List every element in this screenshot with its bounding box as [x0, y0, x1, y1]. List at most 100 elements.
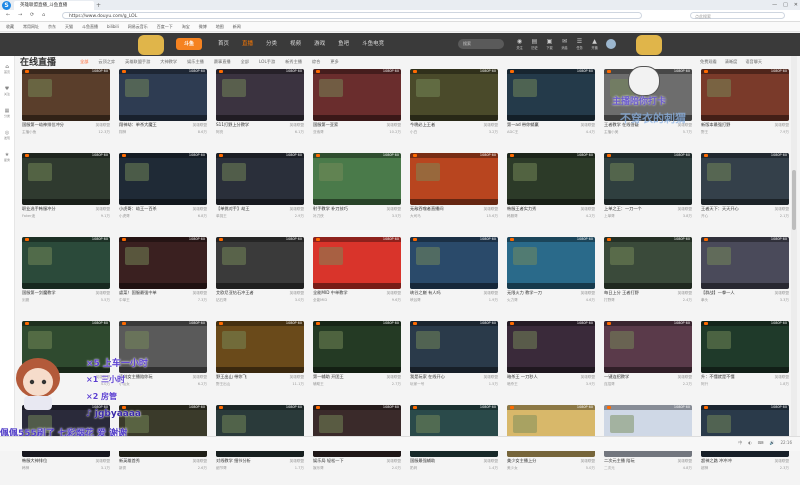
- stream-thumbnail[interactable]: 1080P 60: [119, 153, 207, 205]
- streamer-name[interactable]: 连招哥: [604, 381, 615, 387]
- stream-thumbnail[interactable]: 1080P 60: [701, 69, 789, 121]
- filter-tab[interactable]: 大神教学: [160, 57, 177, 67]
- stream-card[interactable]: 1080P 60 无限火力 教学一刀 英雄联盟 火力哥 4.6万: [507, 237, 595, 317]
- header-icon-button[interactable]: ▲ 开播: [590, 38, 599, 52]
- tray-item[interactable]: 🔊: [769, 438, 774, 448]
- stream-thumbnail[interactable]: 1080P 60: [701, 237, 789, 289]
- stream-title[interactable]: 一键连招教学: [604, 374, 672, 380]
- bookmark-item[interactable]: 常用网址: [23, 22, 39, 31]
- reload-button[interactable]: ⟳: [30, 11, 34, 20]
- stream-title[interactable]: 无敌吞噬者直播间: [410, 206, 478, 212]
- stream-card[interactable]: 1080P 60 第一ad 带你躺赢 英雄联盟 ADC王 4.4万: [507, 69, 595, 149]
- streamer-name[interactable]: 小虎哥: [119, 213, 130, 219]
- filter-tab[interactable]: 娱乐主播: [187, 57, 204, 67]
- stream-thumbnail[interactable]: 1080P 60: [22, 153, 110, 205]
- streamer-name[interactable]: 暗杀王: [507, 381, 518, 387]
- stream-title[interactable]: 第一辅助 开团王: [313, 374, 381, 380]
- stream-card[interactable]: 1080P 60 虐菜！国服最强中单 英雄联盟 中单王 7.3万: [119, 237, 207, 317]
- bookmark-item[interactable]: 新闻: [233, 22, 241, 31]
- home-button[interactable]: ⌂: [42, 11, 45, 20]
- rail-item[interactable]: ★ 星秀: [0, 152, 14, 162]
- streamer-name[interactable]: 奶妈: [410, 465, 417, 471]
- stream-card[interactable]: 1080P 60 王者天下：天天开心 英雄联盟 开心 2.1万: [701, 153, 789, 233]
- browser-search-input[interactable]: 点此搜索: [690, 12, 785, 19]
- stream-title[interactable]: 暗杀王 一刀秒人: [507, 374, 575, 380]
- header-nav-item[interactable]: 视频: [290, 33, 301, 56]
- rail-item[interactable]: ⌂ 首页: [0, 64, 14, 74]
- bookmark-item[interactable]: 收藏: [6, 22, 14, 31]
- stream-thumbnail[interactable]: 1080P 60: [216, 237, 304, 289]
- browser-logo-icon[interactable]: S: [2, 1, 11, 10]
- tray-item[interactable]: 22:16: [780, 438, 792, 448]
- bookmark-item[interactable]: 网易云音乐: [128, 22, 148, 31]
- stream-title[interactable]: 【群战】一拳一人: [701, 290, 769, 296]
- back-button[interactable]: ←: [6, 11, 10, 20]
- stream-title[interactable]: 国服最强辅助: [410, 458, 478, 464]
- stream-title[interactable]: 超神之路 冲冲冲: [701, 458, 769, 464]
- filter-tab[interactable]: 综合: [312, 57, 320, 67]
- filter-tab[interactable]: 全部: [80, 57, 88, 67]
- stream-thumbnail[interactable]: 1080P 60: [119, 237, 207, 289]
- filter-tab[interactable]: 云顶之弈: [98, 57, 115, 67]
- stream-title[interactable]: 野王出山 带你飞: [216, 374, 284, 380]
- minimize-button[interactable]: —: [772, 0, 777, 10]
- streamer-name[interactable]: 主播小鱼: [22, 129, 36, 135]
- url-input[interactable]: https://www.douyu.com/g_LOL: [62, 12, 642, 19]
- stream-card[interactable]: 1080P 60 韩服王者实力秀 英雄联盟 韩服哥 4.2万: [507, 153, 595, 233]
- stream-title[interactable]: 国服第一剑魔教学: [22, 290, 90, 296]
- streamer-name[interactable]: 玩家一号: [410, 381, 424, 387]
- bookmark-item[interactable]: 京东: [48, 22, 56, 31]
- stream-title[interactable]: 第一ad 带你躺赢: [507, 122, 575, 128]
- new-tab-button[interactable]: +: [96, 1, 104, 10]
- stream-title[interactable]: 韩服大神排位: [22, 458, 90, 464]
- stream-thumbnail[interactable]: 1080P 60: [216, 153, 304, 205]
- bookmark-item[interactable]: 斗鱼直播: [82, 22, 98, 31]
- stream-card[interactable]: 1080P 60 全能MID 中单教学 英雄联盟 全能MID 9.6万: [313, 237, 401, 317]
- stream-title[interactable]: 上单之王：一刀一个: [604, 206, 672, 212]
- streamer-name[interactable]: ADC王: [507, 129, 518, 135]
- streamer-name[interactable]: 野王出山: [216, 381, 230, 387]
- stream-title[interactable]: 全能MID 中单教学: [313, 290, 381, 296]
- stream-thumbnail[interactable]: 1080P 60: [410, 321, 498, 373]
- maximize-button[interactable]: □: [783, 0, 788, 10]
- right-tool-button[interactable]: 语音聊天: [745, 57, 762, 67]
- stream-thumbnail[interactable]: 1080P 60: [313, 69, 401, 121]
- stream-title[interactable]: 国服第一亚索: [313, 122, 381, 128]
- stream-thumbnail[interactable]: 1080P 60: [507, 237, 595, 289]
- filter-tab[interactable]: 赛事直播: [214, 57, 231, 67]
- site-search-input[interactable]: 搜索: [458, 39, 504, 49]
- filter-tab[interactable]: 更多: [330, 57, 338, 67]
- stream-title[interactable]: 翔神劫：单杀大魔王: [119, 122, 187, 128]
- stream-title[interactable]: 今晚必上王者: [410, 122, 478, 128]
- stream-thumbnail[interactable]: 1080P 60: [507, 321, 595, 373]
- tray-item[interactable]: ⌨: [758, 438, 764, 448]
- header-nav-item[interactable]: 游戏: [314, 33, 325, 56]
- stream-card[interactable]: 1080P 60 国服第一亚索 英雄联盟 亚索哥 10.2万: [313, 69, 401, 149]
- stream-card[interactable]: 1080P 60 野王出山 带你飞 英雄联盟 野王出山 11.1万: [216, 321, 304, 401]
- streamer-name[interactable]: 新秀: [119, 465, 126, 471]
- streamer-name[interactable]: 阿亮: [216, 129, 223, 135]
- stream-title[interactable]: 每日上分 王者打野: [604, 290, 672, 296]
- scrollbar-thumb[interactable]: [792, 170, 796, 230]
- stream-thumbnail[interactable]: 1080P 60: [701, 321, 789, 373]
- stream-card[interactable]: 1080P 60 无敌吞噬者直播间 英雄联盟 大司马 15.6万: [410, 153, 498, 233]
- stream-card[interactable]: 1080P 60 国服第一劫神排位冲分 英雄联盟 主播小鱼 12.3万: [22, 69, 110, 149]
- bookmark-item[interactable]: 微博: [199, 22, 207, 31]
- stream-title[interactable]: S11打野上分教学: [216, 122, 284, 128]
- stream-title[interactable]: 我是玩家 在线开心: [410, 374, 478, 380]
- filter-tab[interactable]: 全部: [241, 57, 249, 67]
- stream-thumbnail[interactable]: 1080P 60: [410, 237, 498, 289]
- stream-card[interactable]: 1080P 60 我是玩家 在线开心 英雄联盟 玩家一号 1.5万: [410, 321, 498, 401]
- stream-card[interactable]: 1080P 60 暗杀王 一刀秒人 英雄联盟 暗杀王 3.9万: [507, 321, 595, 401]
- streamer-name[interactable]: 全能MID: [313, 297, 327, 303]
- header-nav-item[interactable]: 斗鱼电竞: [362, 33, 384, 56]
- stream-card[interactable]: 1080P 60 每日上分 王者打野 英雄联盟 打野哥 2.4万: [604, 237, 692, 317]
- streamer-name[interactable]: 美少女: [507, 465, 518, 471]
- stream-thumbnail[interactable]: 1080P 60: [604, 237, 692, 289]
- streamer-name[interactable]: 火力哥: [507, 297, 518, 303]
- scrollbar-track[interactable]: [791, 56, 797, 436]
- streamer-name[interactable]: 娱乐哥: [313, 465, 324, 471]
- filter-tab[interactable]: 英雄联盟手游: [125, 57, 150, 67]
- stream-thumbnail[interactable]: 1080P 60: [410, 153, 498, 205]
- filter-tab[interactable]: LOL手游: [259, 57, 275, 67]
